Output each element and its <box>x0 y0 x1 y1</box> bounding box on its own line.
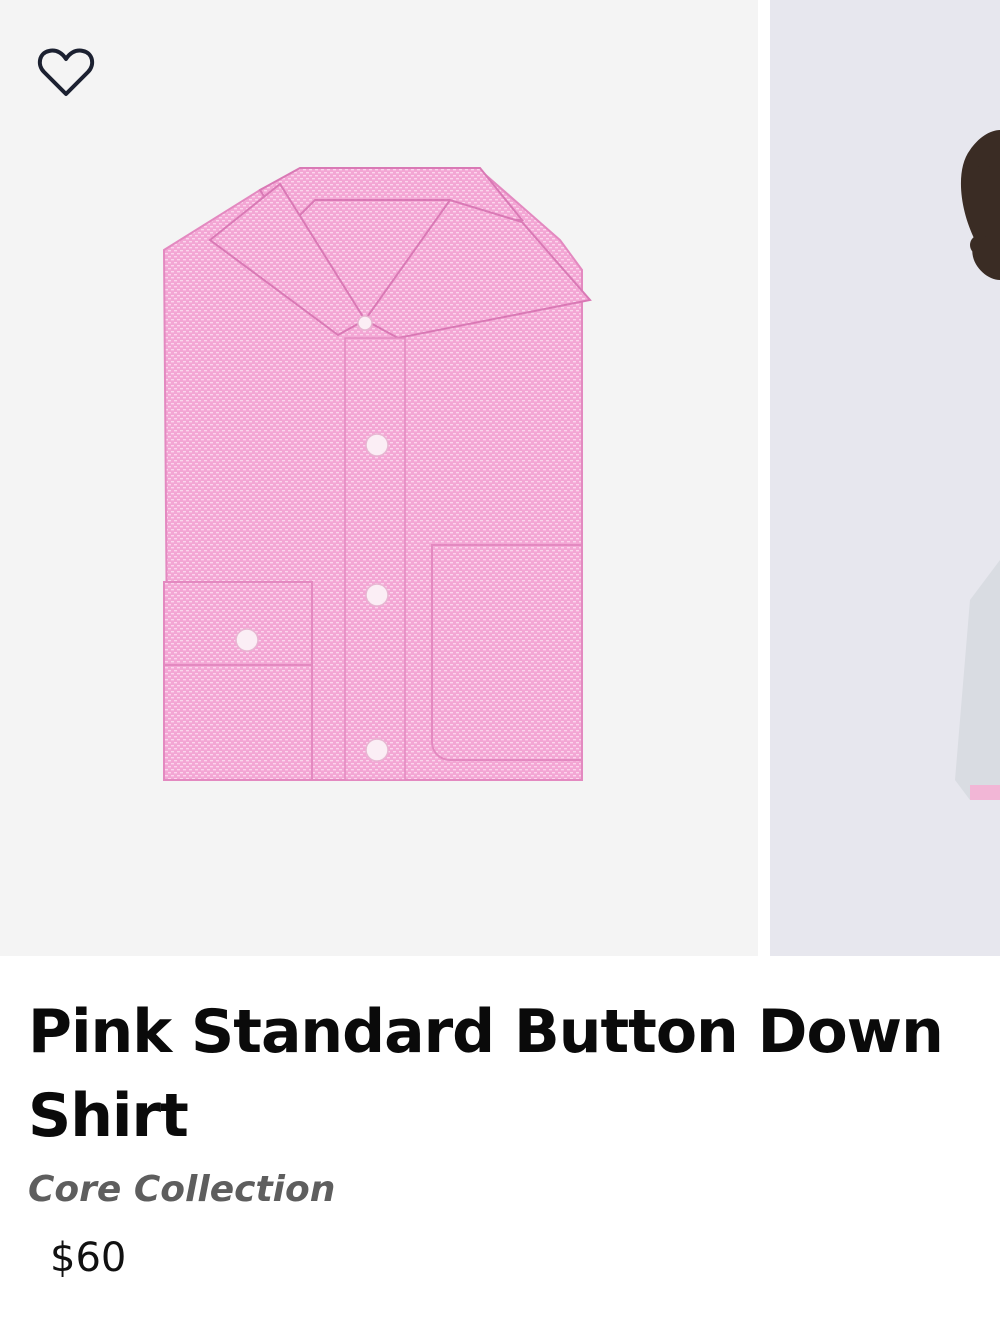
product-price: $60 <box>50 1235 127 1281</box>
product-title: Pink Standard Button Down Shirt <box>28 997 944 1151</box>
product-image-secondary[interactable] <box>770 0 1000 956</box>
product-collection: Core Collection <box>28 1169 336 1210</box>
product-image-main[interactable] <box>0 0 758 956</box>
model-photo-image <box>770 0 1000 956</box>
heart-outline-icon <box>37 48 95 96</box>
product-info: Pink Standard Button Down Shirt Core Col… <box>28 990 978 1282</box>
folded-shirt-image <box>162 167 592 781</box>
favorite-button[interactable] <box>36 44 96 100</box>
product-image-gallery[interactable] <box>0 0 1000 956</box>
